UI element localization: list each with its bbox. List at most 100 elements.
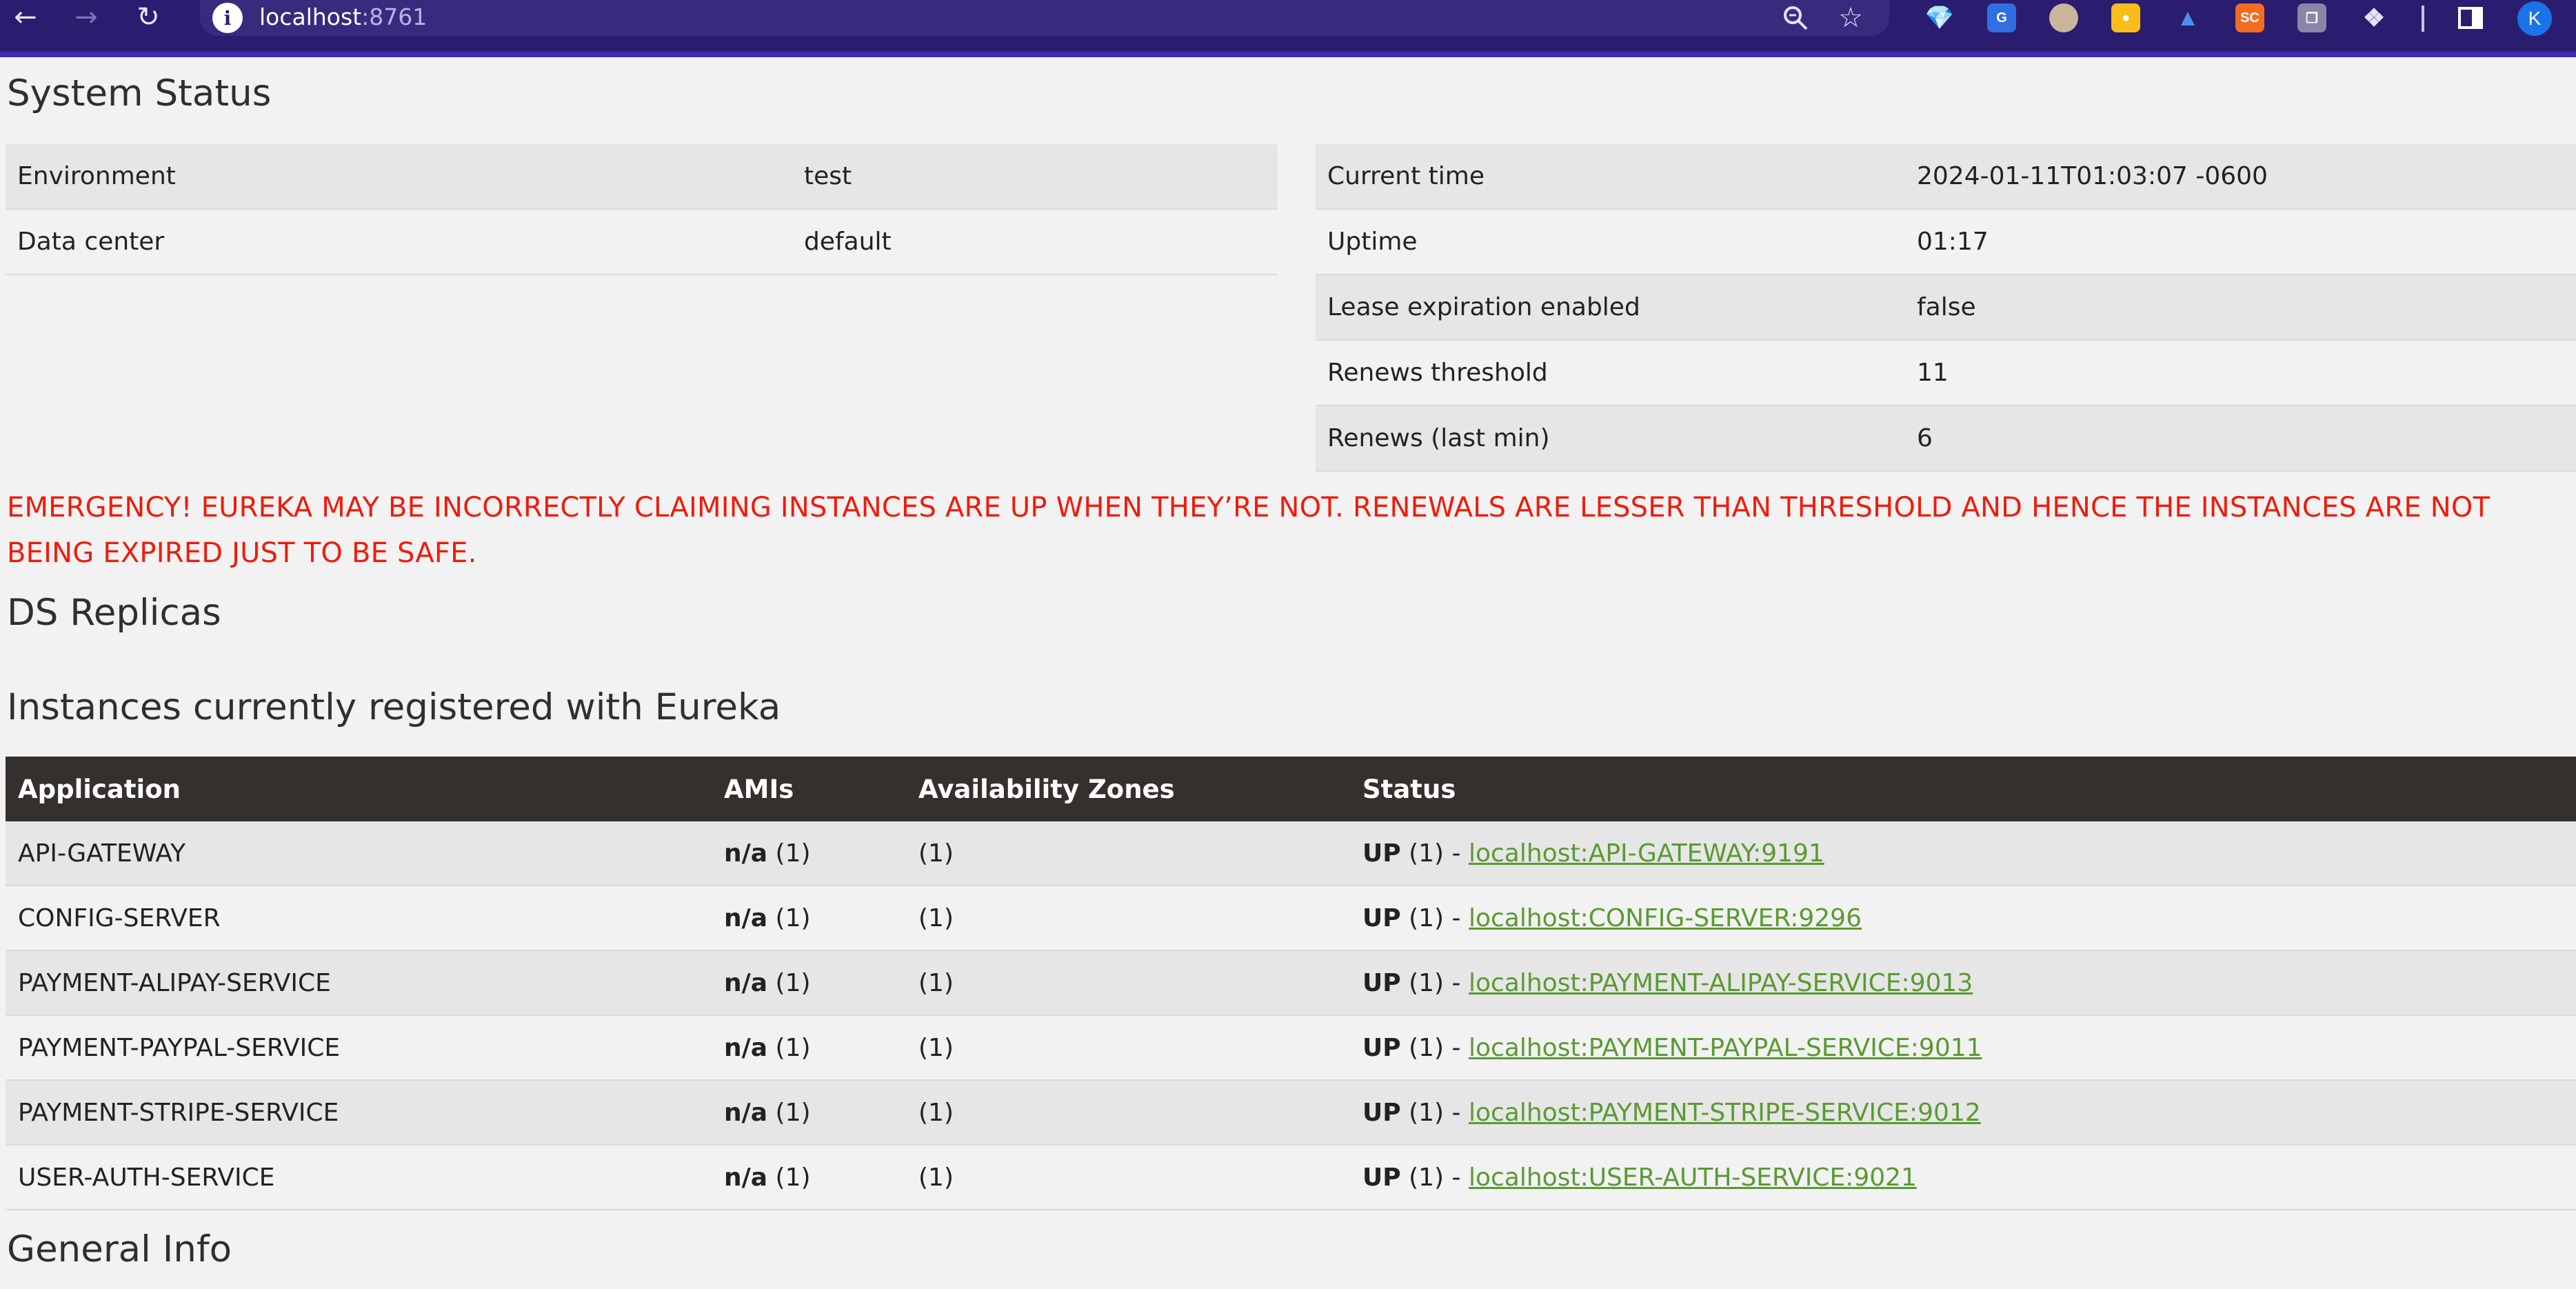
table-row: USER-AUTH-SERVICE n/a (1) (1) UP (1) - l… [6,1145,2576,1210]
header-zones: Availability Zones [906,757,1350,821]
ami-cell: n/a (1) [712,1080,906,1146]
status-value: UP [1362,839,1401,868]
header-application: Application [6,757,712,821]
status-label: Data center [6,209,792,275]
status-cell: UP (1) - localhost:PAYMENT-ALIPAY-SERVIC… [1350,950,2576,1016]
status-cell: UP (1) - localhost:CONFIG-SERVER:9296 [1350,886,2576,951]
status-label: Renews threshold [1316,340,1905,406]
zones-cell: (1) [906,886,1350,951]
extension-sc-icon[interactable]: SC [2235,3,2264,32]
side-panel-icon[interactable] [2456,3,2485,32]
ami-value: n/a [724,903,768,932]
instances-table: Application AMIs Availability Zones Stat… [6,757,2576,1210]
status-row: Environment test [6,144,1278,210]
status-count: (1) - [1409,1033,1461,1062]
extension-bulb-icon[interactable]: ● [2111,3,2140,32]
back-arrow-icon[interactable]: ← [1,0,50,34]
table-row: PAYMENT-STRIPE-SERVICE n/a (1) (1) UP (1… [6,1080,2576,1146]
status-count: (1) - [1409,1098,1461,1127]
ami-value: n/a [724,968,768,997]
status-value: UP [1362,903,1401,932]
status-value: 11 [1905,340,2576,406]
status-label: Lease expiration enabled [1316,274,1905,341]
status-cell: UP (1) - localhost:API-GATEWAY:9191 [1350,821,2576,886]
status-value: UP [1362,968,1401,997]
application-name: PAYMENT-STRIPE-SERVICE [6,1080,712,1146]
zones-cell: (1) [906,821,1350,886]
status-count: (1) - [1409,968,1461,997]
forward-arrow-icon[interactable]: → [62,0,110,34]
table-row: PAYMENT-ALIPAY-SERVICE n/a (1) (1) UP (1… [6,950,2576,1016]
instance-link[interactable]: localhost:PAYMENT-PAYPAL-SERVICE:9011 [1469,1034,1982,1062]
address-bar[interactable]: i localhost:8761 ☆ [200,0,1889,36]
zones-cell: (1) [906,1080,1350,1146]
ami-value: n/a [724,839,768,868]
system-status-title: System Status [7,72,272,114]
table-row: CONFIG-SERVER n/a (1) (1) UP (1) - local… [6,886,2576,951]
status-value: test [792,144,1278,210]
zones-cell: (1) [906,1015,1350,1081]
instance-link[interactable]: localhost:CONFIG-SERVER:9296 [1469,904,1862,932]
url-host: localhost [259,3,362,30]
extension-cap-icon[interactable]: ▲ [2173,3,2202,32]
url-port: :8761 [361,3,427,30]
toolbar-separator [2422,6,2424,32]
status-row: Uptime 01:17 [1316,209,2576,275]
eureka-dashboard: System Status Environment test Data cent… [0,57,2576,1289]
instance-link[interactable]: localhost:API-GATEWAY:9191 [1469,839,1824,868]
status-label: Current time [1316,144,1905,210]
status-cell: UP (1) - localhost:PAYMENT-STRIPE-SERVIC… [1350,1080,2576,1146]
zoom-icon[interactable] [1779,1,1812,34]
toolbar-accent-bar [0,52,2576,57]
site-info-icon[interactable]: i [212,3,243,33]
extension-gem-icon[interactable]: 💎 [1925,3,1954,32]
ami-count: (1) [775,1163,811,1192]
status-value: UP [1362,1033,1401,1062]
ami-value: n/a [724,1033,768,1062]
address-bar-url[interactable]: localhost:8761 [259,3,427,30]
status-value: UP [1362,1163,1401,1192]
instance-link[interactable]: localhost:USER-AUTH-SERVICE:9021 [1469,1163,1917,1192]
status-row: Renews threshold 11 [1316,340,2576,406]
application-name: USER-AUTH-SERVICE [6,1145,712,1210]
bookmark-star-icon[interactable]: ☆ [1834,1,1867,34]
application-name: PAYMENT-PAYPAL-SERVICE [6,1015,712,1081]
ami-cell: n/a (1) [712,821,906,886]
ami-cell: n/a (1) [712,950,906,1016]
instance-link[interactable]: localhost:PAYMENT-ALIPAY-SERVICE:9013 [1469,969,1973,997]
extension-copy-icon[interactable]: ❐ [2297,3,2326,32]
profile-avatar[interactable]: K [2517,1,2552,36]
status-label: Uptime [1316,209,1905,275]
status-count: (1) - [1409,903,1461,932]
status-count: (1) - [1409,1163,1461,1192]
status-value: false [1905,274,2576,341]
extension-translate-icon[interactable]: G [1987,3,2016,32]
ami-count: (1) [775,1033,811,1062]
system-status-left-table: Environment test Data center default [6,144,1278,275]
instance-link[interactable]: localhost:PAYMENT-STRIPE-SERVICE:9012 [1469,1099,1981,1127]
ami-value: n/a [724,1098,768,1127]
general-info-title: General Info [7,1228,232,1270]
instances-header-row: Application AMIs Availability Zones Stat… [6,757,2576,821]
ami-value: n/a [724,1163,768,1192]
status-cell: UP (1) - localhost:PAYMENT-PAYPAL-SERVIC… [1350,1015,2576,1081]
browser-toolbar: ← → ↻ i localhost:8761 ☆ 💎 G ● ▲ SC ❐ ❖ … [0,0,2576,57]
zones-cell: (1) [906,1145,1350,1210]
status-row: Renews (last min) 6 [1316,406,2576,472]
status-row: Lease expiration enabled false [1316,274,2576,341]
status-cell: UP (1) - localhost:USER-AUTH-SERVICE:902… [1350,1145,2576,1210]
table-row: API-GATEWAY n/a (1) (1) UP (1) - localho… [6,821,2576,886]
status-value: 2024-01-11T01:03:07 -0600 [1905,144,2576,210]
reload-icon[interactable]: ↻ [124,0,172,34]
header-amis: AMIs [712,757,906,821]
status-label: Environment [6,144,792,210]
emergency-warning: EMERGENCY! EUREKA MAY BE INCORRECTLY CLA… [7,492,2491,569]
application-name: PAYMENT-ALIPAY-SERVICE [6,950,712,1016]
ami-cell: n/a (1) [712,1015,906,1081]
application-name: API-GATEWAY [6,821,712,886]
extension-avatar-icon[interactable] [2049,3,2078,32]
status-value: default [792,209,1278,275]
ami-count: (1) [775,839,811,868]
extensions-puzzle-icon[interactable]: ❖ [2359,3,2388,32]
system-status-right-table: Current time 2024-01-11T01:03:07 -0600 U… [1316,144,2576,472]
